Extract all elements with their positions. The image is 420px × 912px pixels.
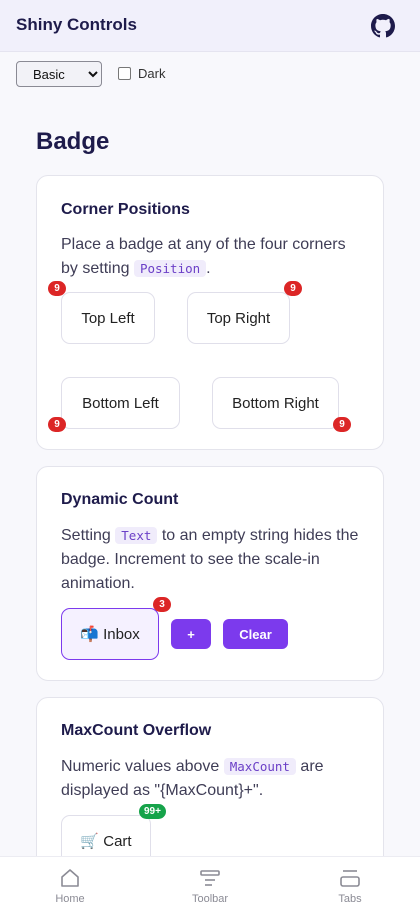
- badge-inbox-count: 3: [153, 597, 171, 612]
- clear-button[interactable]: Clear: [223, 619, 288, 649]
- button-label: Top Left: [81, 309, 135, 327]
- button-label: Bottom Left: [82, 394, 159, 412]
- home-icon: [61, 869, 79, 887]
- card-description: Numeric values above MaxCount are displa…: [61, 755, 361, 803]
- button-label: Bottom Right: [232, 394, 319, 412]
- theme-select[interactable]: Basic: [16, 61, 102, 87]
- code-text: Text: [115, 527, 158, 544]
- badge-bottom-right: 9: [333, 417, 351, 432]
- corner-positions-card: Corner Positions Place a badge at any of…: [36, 175, 384, 450]
- tabs-icon: [340, 870, 360, 887]
- bottom-right-button[interactable]: Bottom Right: [212, 377, 339, 429]
- top-app-bar: Shiny Controls: [0, 0, 420, 52]
- dark-checkbox[interactable]: [118, 67, 131, 80]
- button-label: 🛒 Cart: [80, 833, 132, 850]
- card-title: MaxCount Overflow: [61, 722, 212, 739]
- tab-toolbar[interactable]: Toolbar: [140, 857, 280, 912]
- dark-label: Dark: [138, 66, 166, 81]
- github-icon[interactable]: [371, 14, 395, 38]
- app-title: Shiny Controls: [16, 15, 137, 34]
- increment-button[interactable]: +: [171, 619, 211, 649]
- tab-tabs[interactable]: Tabs: [280, 857, 420, 912]
- dark-toggle[interactable]: Dark: [118, 66, 165, 81]
- tab-label: Home: [55, 893, 85, 905]
- desc-text: .: [206, 260, 211, 277]
- toolbar-icon: [200, 870, 220, 886]
- card-title: Dynamic Count: [61, 491, 179, 508]
- tab-label: Toolbar: [191, 893, 229, 905]
- bottom-left-button[interactable]: Bottom Left: [61, 377, 180, 429]
- card-title: Corner Positions: [61, 201, 190, 218]
- desc-text: Setting: [61, 527, 116, 544]
- card-description: Setting Text to an empty string hides th…: [61, 524, 361, 596]
- page-heading: Badge: [36, 128, 110, 155]
- dynamic-count-card: Dynamic Count Setting Text to an empty s…: [36, 466, 384, 681]
- badge-top-right: 9: [284, 281, 302, 296]
- desc-text: Numeric values above: [61, 758, 224, 775]
- badge-cart-count: 99+: [139, 804, 166, 819]
- bottom-tab-bar: Home Toolbar Tabs: [0, 856, 420, 912]
- button-label: 📬 Inbox: [80, 626, 140, 643]
- code-maxcount: MaxCount: [223, 758, 296, 775]
- button-label: Top Right: [206, 309, 271, 327]
- inbox-button[interactable]: 📬 Inbox: [61, 608, 159, 660]
- badge-bottom-left: 9: [48, 417, 66, 432]
- tab-home[interactable]: Home: [0, 857, 140, 912]
- tab-label: Tabs: [338, 893, 362, 905]
- top-left-button[interactable]: Top Left: [61, 292, 155, 344]
- code-position: Position: [133, 260, 207, 277]
- card-description: Place a badge at any of the four corners…: [61, 233, 361, 281]
- badge-top-left: 9: [48, 281, 66, 296]
- top-right-button[interactable]: Top Right: [187, 292, 290, 344]
